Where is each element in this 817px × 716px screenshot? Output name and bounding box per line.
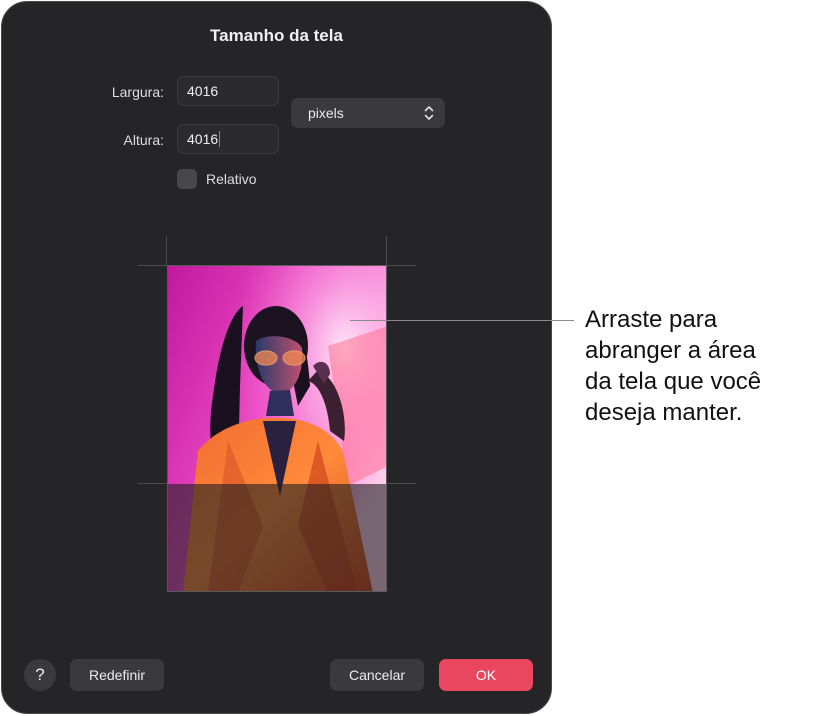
dialog-title: Tamanho da tela — [210, 26, 343, 45]
up-down-chevron-icon — [423, 98, 435, 128]
width-value: 4016 — [187, 83, 219, 99]
text-caret — [219, 131, 221, 147]
callout-text: Arraste para abranger a área da tela que… — [585, 304, 815, 428]
width-label: Largura: — [111, 84, 164, 100]
width-field[interactable]: 4016 — [177, 76, 279, 106]
height-label: Altura: — [123, 132, 164, 148]
reset-button[interactable]: Redefinir — [70, 659, 164, 691]
callout-line-4: deseja manter. — [585, 399, 743, 426]
canvas-preview-image[interactable] — [167, 265, 387, 592]
cancel-button[interactable]: Cancelar — [330, 659, 424, 691]
unit-select-value: pixels — [308, 105, 344, 121]
callout-line-2: abranger a área — [585, 337, 756, 364]
cropped-area-overlay — [168, 484, 386, 591]
callout-line-3: da tela que você — [585, 368, 762, 395]
ok-button[interactable]: OK — [439, 659, 533, 691]
relative-label: Relativo — [206, 171, 257, 187]
unit-select[interactable]: pixels — [291, 98, 445, 128]
help-button[interactable]: ? — [24, 659, 56, 691]
height-value: 4016 — [187, 131, 219, 147]
height-field[interactable]: 4016 — [177, 124, 279, 154]
relative-checkbox[interactable] — [177, 169, 197, 189]
callout-line-1: Arraste para — [585, 306, 718, 333]
crop-guide-left — [166, 236, 167, 266]
crop-guide-right — [386, 236, 387, 266]
callout-leader-line — [350, 320, 574, 321]
canvas-size-dialog: Tamanho da tela Largura: 4016 Altura: 40… — [1, 1, 552, 714]
